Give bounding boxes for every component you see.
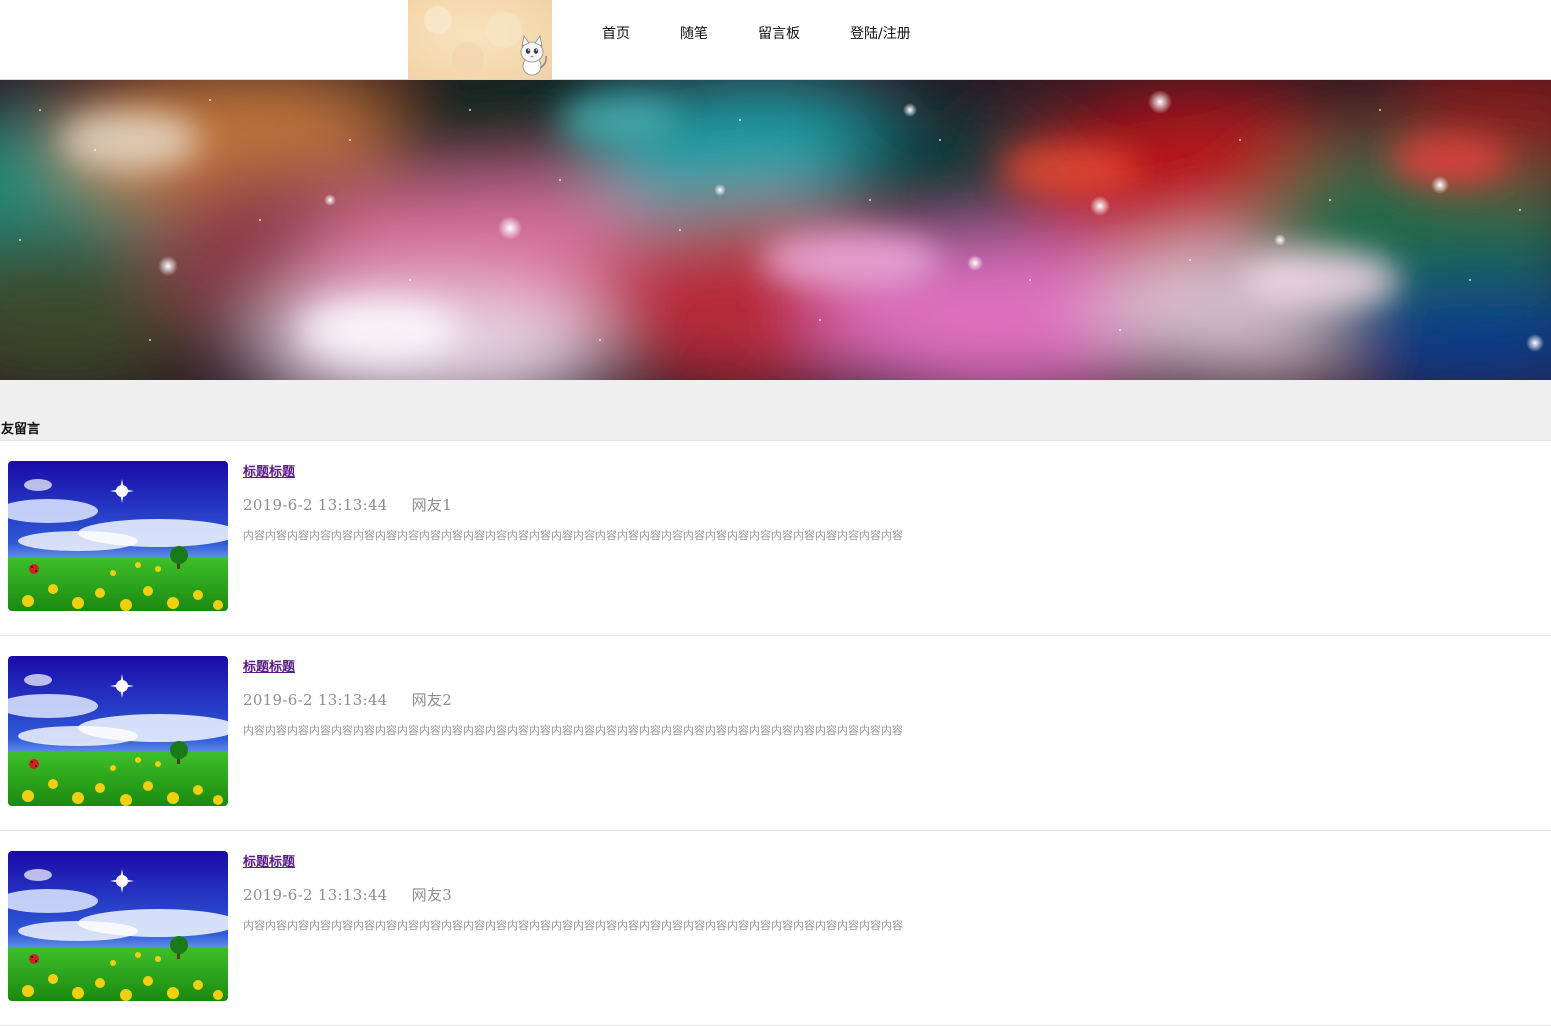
message-item: 标题标题 2019-6-2 13:13:44 网友1 内容内容内容内容内容内容内容… bbox=[0, 441, 1551, 636]
message-author: 网友3 bbox=[411, 886, 453, 904]
message-item: 标题标题 2019-6-2 13:13:44 网友2 内容内容内容内容内容内容内容… bbox=[0, 636, 1551, 831]
message-thumbnail[interactable] bbox=[8, 461, 228, 611]
message-meta: 2019-6-2 13:13:44 网友2 bbox=[243, 690, 452, 710]
cat-avatar-logo-icon bbox=[408, 0, 552, 79]
meadow-sky-flowers-icon bbox=[8, 656, 228, 806]
message-content: 内容内容内容内容内容内容内容内容内容内容内容内容内容内容内容内容内容内容内容内容… bbox=[243, 919, 903, 932]
message-list: 标题标题 2019-6-2 13:13:44 网友1 内容内容内容内容内容内容内容… bbox=[0, 441, 1551, 1026]
message-title-link[interactable]: 标题标题 bbox=[243, 854, 295, 872]
nav-guestbook-link[interactable]: 留言板 bbox=[758, 24, 800, 44]
message-title-link[interactable]: 标题标题 bbox=[243, 464, 295, 482]
nav-home-link[interactable]: 首页 bbox=[602, 24, 630, 44]
section-title: 友留言 bbox=[1, 422, 41, 437]
galaxy-nebula-banner-icon bbox=[0, 80, 1551, 380]
message-title-link[interactable]: 标题标题 bbox=[243, 659, 295, 677]
message-date: 2019-6-2 13:13:44 bbox=[243, 691, 388, 709]
meadow-sky-flowers-icon bbox=[8, 461, 228, 611]
message-date: 2019-6-2 13:13:44 bbox=[243, 886, 388, 904]
message-date: 2019-6-2 13:13:44 bbox=[243, 496, 388, 514]
message-thumbnail[interactable] bbox=[8, 656, 228, 806]
meadow-sky-flowers-icon bbox=[8, 851, 228, 1001]
message-content: 内容内容内容内容内容内容内容内容内容内容内容内容内容内容内容内容内容内容内容内容… bbox=[243, 529, 903, 542]
message-item: 标题标题 2019-6-2 13:13:44 网友3 内容内容内容内容内容内容内容… bbox=[0, 831, 1551, 1026]
message-content: 内容内容内容内容内容内容内容内容内容内容内容内容内容内容内容内容内容内容内容内容… bbox=[243, 724, 903, 737]
message-author: 网友1 bbox=[411, 496, 453, 514]
message-author: 网友2 bbox=[411, 691, 453, 709]
message-meta: 2019-6-2 13:13:44 网友1 bbox=[243, 495, 452, 515]
hero-banner bbox=[0, 80, 1551, 380]
site-header: 首页 随笔 留言板 登陆/注册 bbox=[0, 0, 1551, 80]
nav-essays-link[interactable]: 随笔 bbox=[680, 24, 708, 44]
message-meta: 2019-6-2 13:13:44 网友3 bbox=[243, 885, 452, 905]
section-header-band bbox=[0, 380, 1551, 441]
nav-login-register-link[interactable]: 登陆/注册 bbox=[850, 24, 911, 44]
message-thumbnail[interactable] bbox=[8, 851, 228, 1001]
site-logo[interactable] bbox=[408, 0, 552, 79]
